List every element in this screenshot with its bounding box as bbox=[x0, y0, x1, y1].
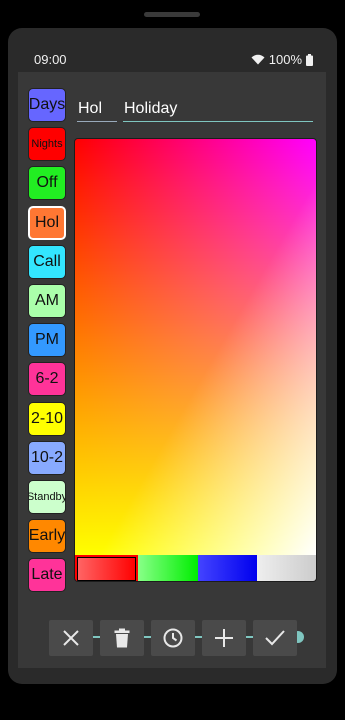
close-icon bbox=[63, 630, 79, 646]
swatch-green[interactable] bbox=[138, 555, 198, 581]
shift-tag-6-2[interactable]: 6-2 bbox=[28, 362, 66, 397]
shift-tag-pm[interactable]: PM bbox=[28, 323, 66, 358]
cancel-button[interactable] bbox=[49, 620, 93, 656]
swatch-grey[interactable] bbox=[256, 555, 316, 581]
phone-frame: 09:00 100% Days Nights Off Hol Call AM PM 6-2 2-… bbox=[0, 0, 345, 720]
shift-editor-panel: Days Nights Off Hol Call AM PM 6-2 2-10 10-2 Stand… bbox=[18, 72, 326, 668]
speaker-grille bbox=[144, 12, 200, 17]
color-picker[interactable] bbox=[74, 138, 317, 582]
shift-tag-list: Days Nights Off Hol Call AM PM 6-2 2-10 10-2 Stand… bbox=[28, 88, 66, 597]
shift-name-input[interactable]: Holiday bbox=[123, 100, 313, 122]
shift-tag-standby[interactable]: Standby bbox=[28, 479, 66, 514]
shift-tag-days[interactable]: Days bbox=[28, 88, 66, 122]
delete-button[interactable] bbox=[100, 620, 144, 656]
shift-tag-call[interactable]: Call bbox=[28, 244, 66, 279]
battery-percent: 100% bbox=[268, 52, 302, 67]
check-icon bbox=[265, 630, 285, 646]
color-gradient-area[interactable] bbox=[75, 139, 316, 555]
screen: 09:00 100% Days Nights Off Hol Call AM PM 6-2 2-… bbox=[8, 28, 337, 684]
wifi-icon bbox=[251, 54, 265, 65]
shift-tag-late[interactable]: Late bbox=[28, 558, 66, 593]
trash-icon bbox=[114, 628, 130, 648]
confirm-button[interactable] bbox=[253, 620, 297, 656]
shift-tag-early[interactable]: Early bbox=[28, 519, 66, 554]
shift-tag-off[interactable]: Off bbox=[28, 166, 66, 201]
add-button[interactable] bbox=[202, 620, 246, 656]
status-right: 100% bbox=[251, 52, 313, 67]
time-button[interactable] bbox=[151, 620, 195, 656]
swatch-red[interactable] bbox=[75, 555, 139, 581]
swatch-blue[interactable] bbox=[197, 555, 257, 581]
action-toolbar bbox=[49, 620, 297, 656]
shift-tag-10-2[interactable]: 10-2 bbox=[28, 440, 66, 475]
shift-tag-hol[interactable]: Hol bbox=[28, 205, 66, 240]
shift-tag-2-10[interactable]: 2-10 bbox=[28, 401, 66, 436]
status-time: 09:00 bbox=[34, 52, 67, 67]
shift-tag-nights[interactable]: Nights bbox=[28, 127, 66, 162]
abbreviation-input[interactable]: Hol bbox=[77, 100, 117, 122]
clock-icon bbox=[163, 628, 183, 648]
status-bar: 09:00 100% bbox=[8, 28, 337, 70]
battery-icon bbox=[306, 53, 313, 66]
color-swatch-row bbox=[75, 555, 316, 581]
plus-icon bbox=[215, 629, 233, 647]
shift-tag-am[interactable]: AM bbox=[28, 283, 66, 318]
